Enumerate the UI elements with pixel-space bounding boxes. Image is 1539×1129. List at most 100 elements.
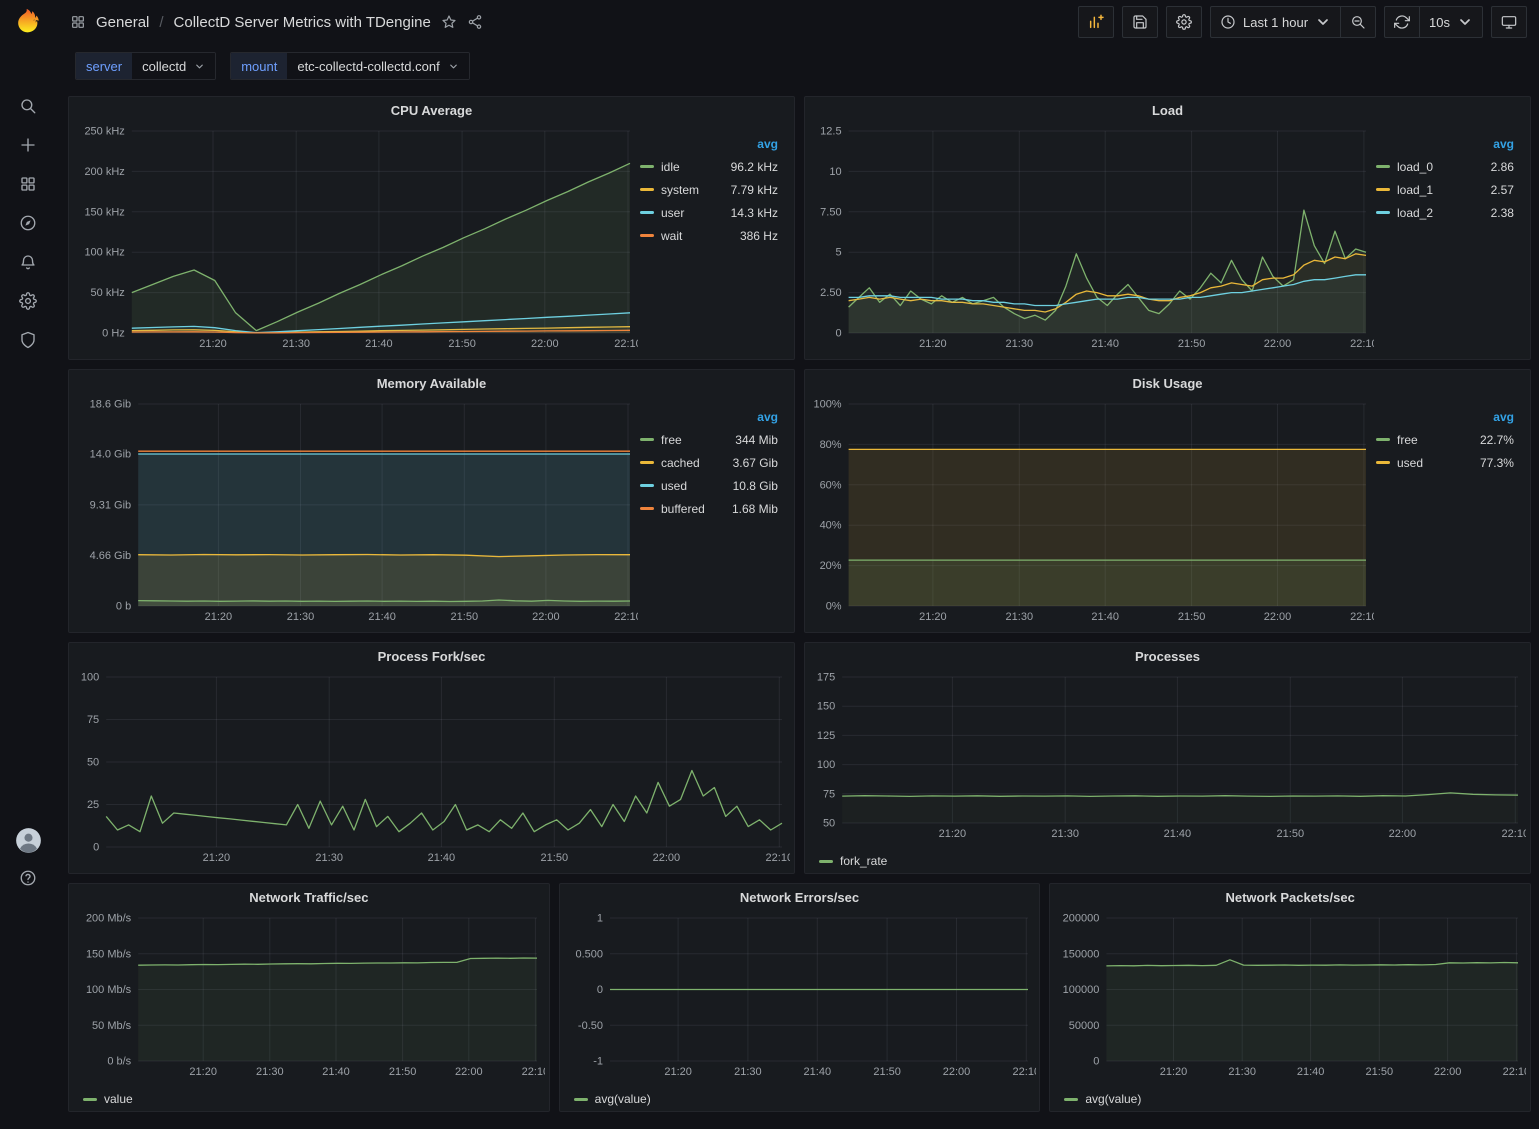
legend-series-name[interactable]: load_2 xyxy=(1397,206,1433,220)
add-panel-button[interactable] xyxy=(1078,6,1114,38)
series-color-swatch xyxy=(640,188,654,191)
sidebar-item-alerting[interactable] xyxy=(0,242,56,281)
x-axis-label: 21:20 xyxy=(919,611,947,623)
x-axis-label: 21:30 xyxy=(315,852,343,864)
chart-load[interactable]: 02.5057.501012.521:2021:3021:4021:5022:0… xyxy=(809,123,1374,353)
panel-title[interactable]: Network Errors/sec xyxy=(560,884,1040,910)
panel-title[interactable]: Processes xyxy=(805,643,1530,669)
panel-title[interactable]: Network Packets/sec xyxy=(1050,884,1530,910)
legend-series-name[interactable]: wait xyxy=(661,229,682,243)
chart-network-packets-sec[interactable]: 05000010000015000020000021:2021:3021:402… xyxy=(1054,910,1526,1081)
legend-row: load_12.57 xyxy=(1376,178,1514,201)
chevron-down-icon xyxy=(448,61,459,72)
variable-value-mount[interactable]: etc-collectd-collectd.conf xyxy=(287,53,468,79)
time-range-picker[interactable]: Last 1 hour xyxy=(1210,6,1341,38)
x-axis-label: 22:00 xyxy=(532,611,560,623)
y-axis-label: 0 b xyxy=(116,601,131,613)
y-axis-label: 200 kHz xyxy=(84,166,124,178)
monitor-icon xyxy=(1501,14,1517,30)
legend-series-name[interactable]: idle xyxy=(661,160,680,174)
chart-process-fork-sec[interactable]: 025507510021:2021:3021:4021:5022:0022:10 xyxy=(73,669,790,867)
refresh-button[interactable] xyxy=(1384,6,1420,38)
user-avatar[interactable] xyxy=(15,827,42,854)
legend-series-value: 7.79 kHz xyxy=(731,183,778,197)
legend-series-value: 2.38 xyxy=(1491,206,1514,220)
legend-series-name[interactable]: used xyxy=(661,479,687,493)
save-dashboard-button[interactable] xyxy=(1122,6,1158,38)
breadcrumb: General / CollectD Server Metrics with T… xyxy=(70,14,483,31)
panel-title[interactable]: Network Traffic/sec xyxy=(69,884,549,910)
zoom-out-button[interactable] xyxy=(1340,6,1376,38)
sidebar-item-configuration[interactable] xyxy=(0,281,56,320)
x-axis-label: 22:10 xyxy=(614,338,638,350)
chart-disk-usage[interactable]: 0%20%40%60%80%100%21:2021:3021:4021:5022… xyxy=(809,396,1374,626)
sidebar-item-search[interactable] xyxy=(0,86,56,125)
legend-series-name[interactable]: free xyxy=(661,433,682,447)
grafana-flame-icon xyxy=(13,7,43,37)
panel-cpu-average: CPU Average0 Hz50 kHz100 kHz150 kHz200 k… xyxy=(68,96,795,360)
sidebar-item-explore[interactable] xyxy=(0,203,56,242)
legend-series-name[interactable]: load_1 xyxy=(1397,183,1433,197)
series-color-swatch xyxy=(819,860,833,863)
sidebar-bottom xyxy=(0,827,56,893)
y-axis-label: 100 xyxy=(81,672,99,684)
panel-title[interactable]: Process Fork/sec xyxy=(69,643,794,669)
variable-value-server[interactable]: collectd xyxy=(132,53,215,79)
panel-title[interactable]: Load xyxy=(805,97,1530,123)
star-icon[interactable] xyxy=(441,14,457,30)
legend-sort-avg[interactable]: avg xyxy=(640,410,778,424)
breadcrumb-dashboard-title[interactable]: CollectD Server Metrics with TDengine xyxy=(174,14,431,31)
legend-item: value xyxy=(83,1092,133,1106)
x-axis-label: 22:10 xyxy=(1503,1066,1526,1078)
compass-icon xyxy=(19,214,37,232)
chart-memory-available[interactable]: 0 b4.66 Gib9.31 Gib14.0 Gib18.6 Gib21:20… xyxy=(73,396,638,626)
dashboard-settings-button[interactable] xyxy=(1166,6,1202,38)
legend-row: used77.3% xyxy=(1376,451,1514,474)
panel-title[interactable]: Disk Usage xyxy=(805,370,1530,396)
legend-row: idle96.2 kHz xyxy=(640,155,778,178)
shield-icon xyxy=(19,331,37,349)
legend-sort-avg[interactable]: avg xyxy=(1376,410,1514,424)
cycle-view-mode-button[interactable] xyxy=(1491,6,1527,38)
chart-processes[interactable]: 507510012515017521:2021:3021:4021:5022:0… xyxy=(809,669,1526,843)
panel-title[interactable]: Memory Available xyxy=(69,370,794,396)
legend-sort-avg[interactable]: avg xyxy=(1376,137,1514,151)
breadcrumb-folder[interactable]: General xyxy=(96,14,149,31)
sidebar-item-create[interactable] xyxy=(0,125,56,164)
x-axis-label: 21:30 xyxy=(1006,338,1034,350)
legend-sort-avg[interactable]: avg xyxy=(640,137,778,151)
legend-series-name[interactable]: fork_rate xyxy=(840,854,887,868)
chart-network-errors-sec[interactable]: -1-0.5000.500121:2021:3021:4021:5022:002… xyxy=(564,910,1036,1081)
legend-series-name[interactable]: load_0 xyxy=(1397,160,1433,174)
x-axis-label: 21:40 xyxy=(803,1066,831,1078)
legend-row: free344 Mib xyxy=(640,428,778,451)
x-axis-label: 21:50 xyxy=(873,1066,901,1078)
grafana-logo[interactable] xyxy=(0,0,56,44)
legend-series-name[interactable]: cached xyxy=(661,456,700,470)
chart-network-traffic-sec[interactable]: 0 b/s50 Mb/s100 Mb/s150 Mb/s200 Mb/s21:2… xyxy=(73,910,545,1081)
x-axis-label: 21:50 xyxy=(389,1066,417,1078)
series-area-fork_rate xyxy=(842,793,1518,823)
legend-series-name[interactable]: avg(value) xyxy=(1085,1092,1141,1106)
legend-series-name[interactable]: system xyxy=(661,183,699,197)
sidebar-item-dashboards[interactable] xyxy=(0,164,56,203)
refresh-interval-picker[interactable]: 10s xyxy=(1419,6,1483,38)
sidebar-item-help[interactable] xyxy=(0,863,56,893)
series-color-swatch xyxy=(1376,188,1390,191)
panel-network-errors-sec: Network Errors/sec-1-0.5000.500121:2021:… xyxy=(559,883,1041,1112)
legend-series-name[interactable]: buffered xyxy=(661,502,705,516)
dashboard-grid-icon[interactable] xyxy=(70,14,86,30)
panel-title[interactable]: CPU Average xyxy=(69,97,794,123)
share-icon[interactable] xyxy=(467,14,483,30)
legend-series-name[interactable]: used xyxy=(1397,456,1423,470)
legend-series-name[interactable]: value xyxy=(104,1092,133,1106)
x-axis-label: 21:50 xyxy=(1366,1066,1394,1078)
chart-cpu-average[interactable]: 0 Hz50 kHz100 kHz150 kHz200 kHz250 kHz21… xyxy=(73,123,638,353)
legend-series-name[interactable]: free xyxy=(1397,433,1418,447)
series-color-swatch xyxy=(640,461,654,464)
sidebar-item-server-admin[interactable] xyxy=(0,320,56,359)
chevron-down-icon xyxy=(1457,14,1473,30)
legend-series-name[interactable]: avg(value) xyxy=(595,1092,651,1106)
legend-series-name[interactable]: user xyxy=(661,206,684,220)
chart-svg: 0%20%40%60%80%100%21:2021:3021:4021:5022… xyxy=(809,396,1374,626)
